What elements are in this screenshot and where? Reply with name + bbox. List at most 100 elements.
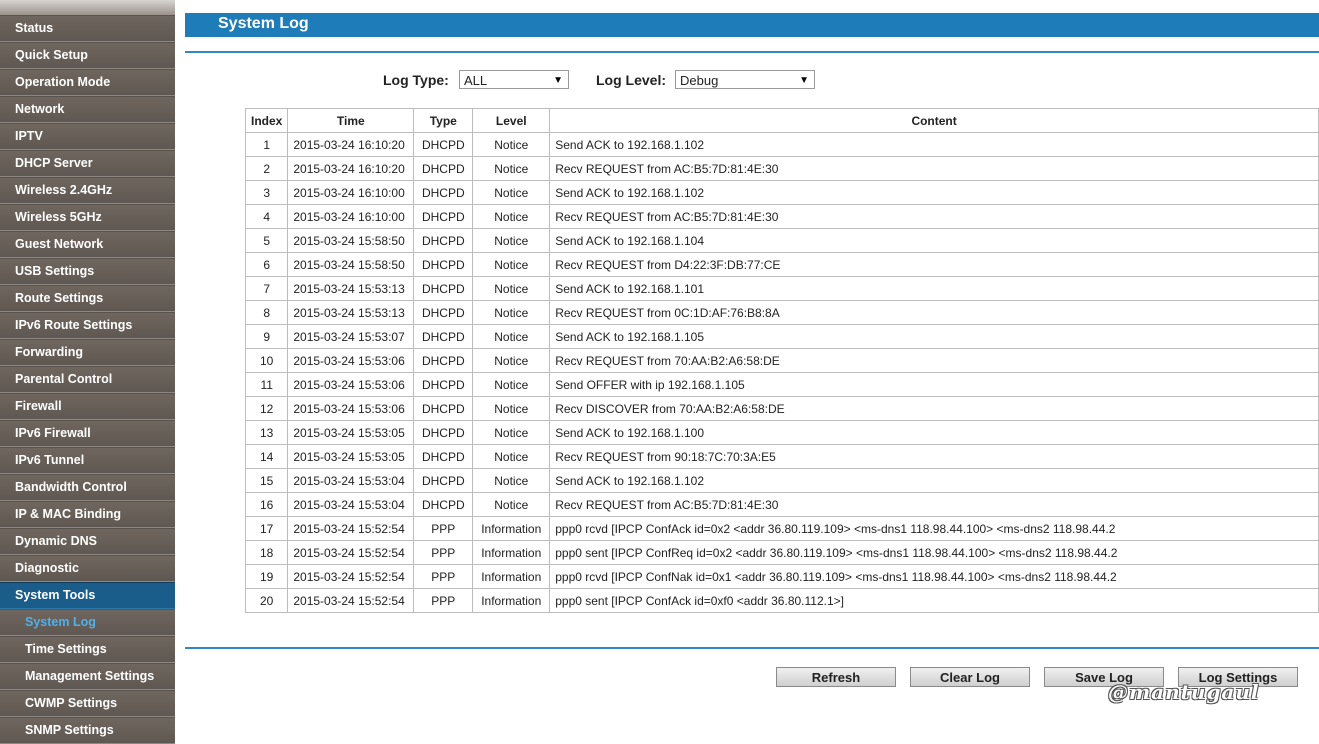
sidebar-item-wireless-24ghz[interactable]: Wireless 2.4GHz bbox=[0, 177, 175, 204]
cell-time: 2015-03-24 15:52:54 bbox=[287, 540, 415, 565]
log-type-value: ALL bbox=[464, 73, 488, 88]
cell-time: 2015-03-24 15:58:50 bbox=[287, 228, 415, 253]
cell-index: 3 bbox=[244, 180, 289, 205]
sidebar-item-ipv6-route-settings[interactable]: IPv6 Route Settings bbox=[0, 312, 175, 339]
cell-index: 8 bbox=[244, 300, 289, 325]
cell-content: Recv REQUEST from 70:AA:B2:A6:58:DE bbox=[549, 348, 1319, 373]
table-row: 6 2015-03-24 15:58:50 DHCPD Notice Recv REQU… bbox=[244, 252, 1319, 277]
dropdown-arrow-icon: ▼ bbox=[553, 75, 563, 86]
column-header-time: Time bbox=[287, 108, 415, 133]
cell-level: Notice bbox=[472, 132, 551, 157]
table-row: 19 2015-03-24 15:52:54 PPP Information ppp0 … bbox=[244, 564, 1319, 589]
cell-content: Recv DISCOVER from 70:AA:B2:A6:58:DE bbox=[549, 396, 1319, 421]
footer-divider bbox=[185, 647, 1319, 649]
cell-time: 2015-03-24 16:10:00 bbox=[287, 180, 415, 205]
sidebar-item-diagnostic[interactable]: Diagnostic bbox=[0, 555, 175, 582]
cell-type: DHCPD bbox=[413, 228, 474, 253]
sidebar-item-firewall[interactable]: Firewall bbox=[0, 393, 175, 420]
cell-index: 15 bbox=[244, 468, 289, 493]
cell-level: Notice bbox=[472, 156, 551, 181]
sidebar-item-route-settings[interactable]: Route Settings bbox=[0, 285, 175, 312]
system-log-table: Index Time Type Level Content 1 2015-03-2… bbox=[244, 108, 1319, 613]
cell-level: Information bbox=[472, 516, 551, 541]
sidebar-item-usb-settings[interactable]: USB Settings bbox=[0, 258, 175, 285]
table-row: 1 2015-03-24 16:10:20 DHCPD Notice Send ACK … bbox=[244, 132, 1319, 157]
dropdown-arrow-icon: ▼ bbox=[799, 75, 809, 86]
cell-index: 7 bbox=[244, 276, 289, 301]
table-row: 12 2015-03-24 15:53:06 DHCPD Notice Recv DIS… bbox=[244, 396, 1319, 421]
refresh-button[interactable]: Refresh bbox=[776, 667, 896, 687]
sidebar-item-bandwidth-control[interactable]: Bandwidth Control bbox=[0, 474, 175, 501]
cell-time: 2015-03-24 15:53:13 bbox=[287, 300, 415, 325]
table-row: 3 2015-03-24 16:10:00 DHCPD Notice Send ACK … bbox=[244, 180, 1319, 205]
cell-index: 5 bbox=[244, 228, 289, 253]
sidebar-item-wireless-5ghz[interactable]: Wireless 5GHz bbox=[0, 204, 175, 231]
sidebar-item-operation-mode[interactable]: Operation Mode bbox=[0, 69, 175, 96]
sidebar-item-dynamic-dns[interactable]: Dynamic DNS bbox=[0, 528, 175, 555]
cell-content: Recv REQUEST from 90:18:7C:70:3A:E5 bbox=[549, 444, 1319, 469]
cell-level: Notice bbox=[472, 492, 551, 517]
log-type-select[interactable]: ALL ▼ bbox=[459, 70, 569, 89]
cell-content: Recv REQUEST from 0C:1D:AF:76:B8:8A bbox=[549, 300, 1319, 325]
sidebar-item-ip-mac-binding[interactable]: IP & MAC Binding bbox=[0, 501, 175, 528]
cell-index: 2 bbox=[244, 156, 289, 181]
cell-type: PPP bbox=[413, 564, 474, 589]
cell-level: Information bbox=[472, 564, 551, 589]
cell-level: Notice bbox=[472, 252, 551, 277]
table-row: 20 2015-03-24 15:52:54 PPP Information ppp0 … bbox=[244, 588, 1319, 613]
sidebar-item-dhcp-server[interactable]: DHCP Server bbox=[0, 150, 175, 177]
sidebar-item-forwarding[interactable]: Forwarding bbox=[0, 339, 175, 366]
clear-log-button[interactable]: Clear Log bbox=[910, 667, 1030, 687]
cell-level: Notice bbox=[472, 180, 551, 205]
cell-content: Send ACK to 192.168.1.104 bbox=[549, 228, 1319, 253]
sidebar-item-ipv6-tunnel[interactable]: IPv6 Tunnel bbox=[0, 447, 175, 474]
column-header-level: Level bbox=[472, 108, 551, 133]
table-row: 5 2015-03-24 15:58:50 DHCPD Notice Send ACK … bbox=[244, 228, 1319, 253]
cell-type: DHCPD bbox=[413, 324, 474, 349]
table-row: 9 2015-03-24 15:53:07 DHCPD Notice Send ACK … bbox=[244, 324, 1319, 349]
cell-time: 2015-03-24 16:10:20 bbox=[287, 132, 415, 157]
sidebar-item-quick-setup[interactable]: Quick Setup bbox=[0, 42, 175, 69]
log-level-label: Log Level: bbox=[596, 72, 667, 88]
cell-index: 19 bbox=[244, 564, 289, 589]
cell-time: 2015-03-24 15:53:06 bbox=[287, 372, 415, 397]
cell-level: Notice bbox=[472, 324, 551, 349]
table-row: 10 2015-03-24 15:53:06 DHCPD Notice Recv REQ… bbox=[244, 348, 1319, 373]
sidebar-subitem-cwmp-settings[interactable]: CWMP Settings bbox=[0, 690, 175, 717]
cell-content: Send ACK to 192.168.1.100 bbox=[549, 420, 1319, 445]
cell-level: Notice bbox=[472, 372, 551, 397]
sidebar-item-parental-control[interactable]: Parental Control bbox=[0, 366, 175, 393]
cell-type: DHCPD bbox=[413, 492, 474, 517]
sidebar-item-guest-network[interactable]: Guest Network bbox=[0, 231, 175, 258]
sidebar-subitem-snmp-settings[interactable]: SNMP Settings bbox=[0, 717, 175, 744]
table-row: 18 2015-03-24 15:52:54 PPP Information ppp0 … bbox=[244, 540, 1319, 565]
sidebar-item-ipv6-firewall[interactable]: IPv6 Firewall bbox=[0, 420, 175, 447]
cell-index: 12 bbox=[244, 396, 289, 421]
cell-time: 2015-03-24 16:10:20 bbox=[287, 156, 415, 181]
cell-type: DHCPD bbox=[413, 252, 474, 277]
sidebar-subitem-management-settings[interactable]: Management Settings bbox=[0, 663, 175, 690]
log-level-select[interactable]: Debug ▼ bbox=[675, 70, 815, 89]
sidebar-subitem-time-settings[interactable]: Time Settings bbox=[0, 636, 175, 663]
sidebar-top-strip bbox=[0, 0, 175, 15]
cell-level: Notice bbox=[472, 300, 551, 325]
table-row: 17 2015-03-24 15:52:54 PPP Information ppp0 … bbox=[244, 516, 1319, 541]
sidebar-menu: Status Quick Setup Operation Mode Networ… bbox=[0, 0, 175, 744]
cell-type: DHCPD bbox=[413, 300, 474, 325]
cell-level: Notice bbox=[472, 468, 551, 493]
cell-type: DHCPD bbox=[413, 468, 474, 493]
sidebar-item-iptv[interactable]: IPTV bbox=[0, 123, 175, 150]
cell-time: 2015-03-24 15:53:04 bbox=[287, 468, 415, 493]
cell-content: Send ACK to 192.168.1.105 bbox=[549, 324, 1319, 349]
sidebar-item-system-tools[interactable]: System Tools bbox=[0, 582, 175, 609]
cell-level: Notice bbox=[472, 444, 551, 469]
cell-content: Send ACK to 192.168.1.101 bbox=[549, 276, 1319, 301]
sidebar-item-status[interactable]: Status bbox=[0, 15, 175, 42]
cell-time: 2015-03-24 15:52:54 bbox=[287, 588, 415, 613]
sidebar-item-network[interactable]: Network bbox=[0, 96, 175, 123]
cell-content: Recv REQUEST from D4:22:3F:DB:77:CE bbox=[549, 252, 1319, 277]
cell-type: DHCPD bbox=[413, 348, 474, 373]
cell-type: DHCPD bbox=[413, 180, 474, 205]
sidebar-subitem-system-log[interactable]: System Log bbox=[0, 609, 175, 636]
cell-type: DHCPD bbox=[413, 372, 474, 397]
